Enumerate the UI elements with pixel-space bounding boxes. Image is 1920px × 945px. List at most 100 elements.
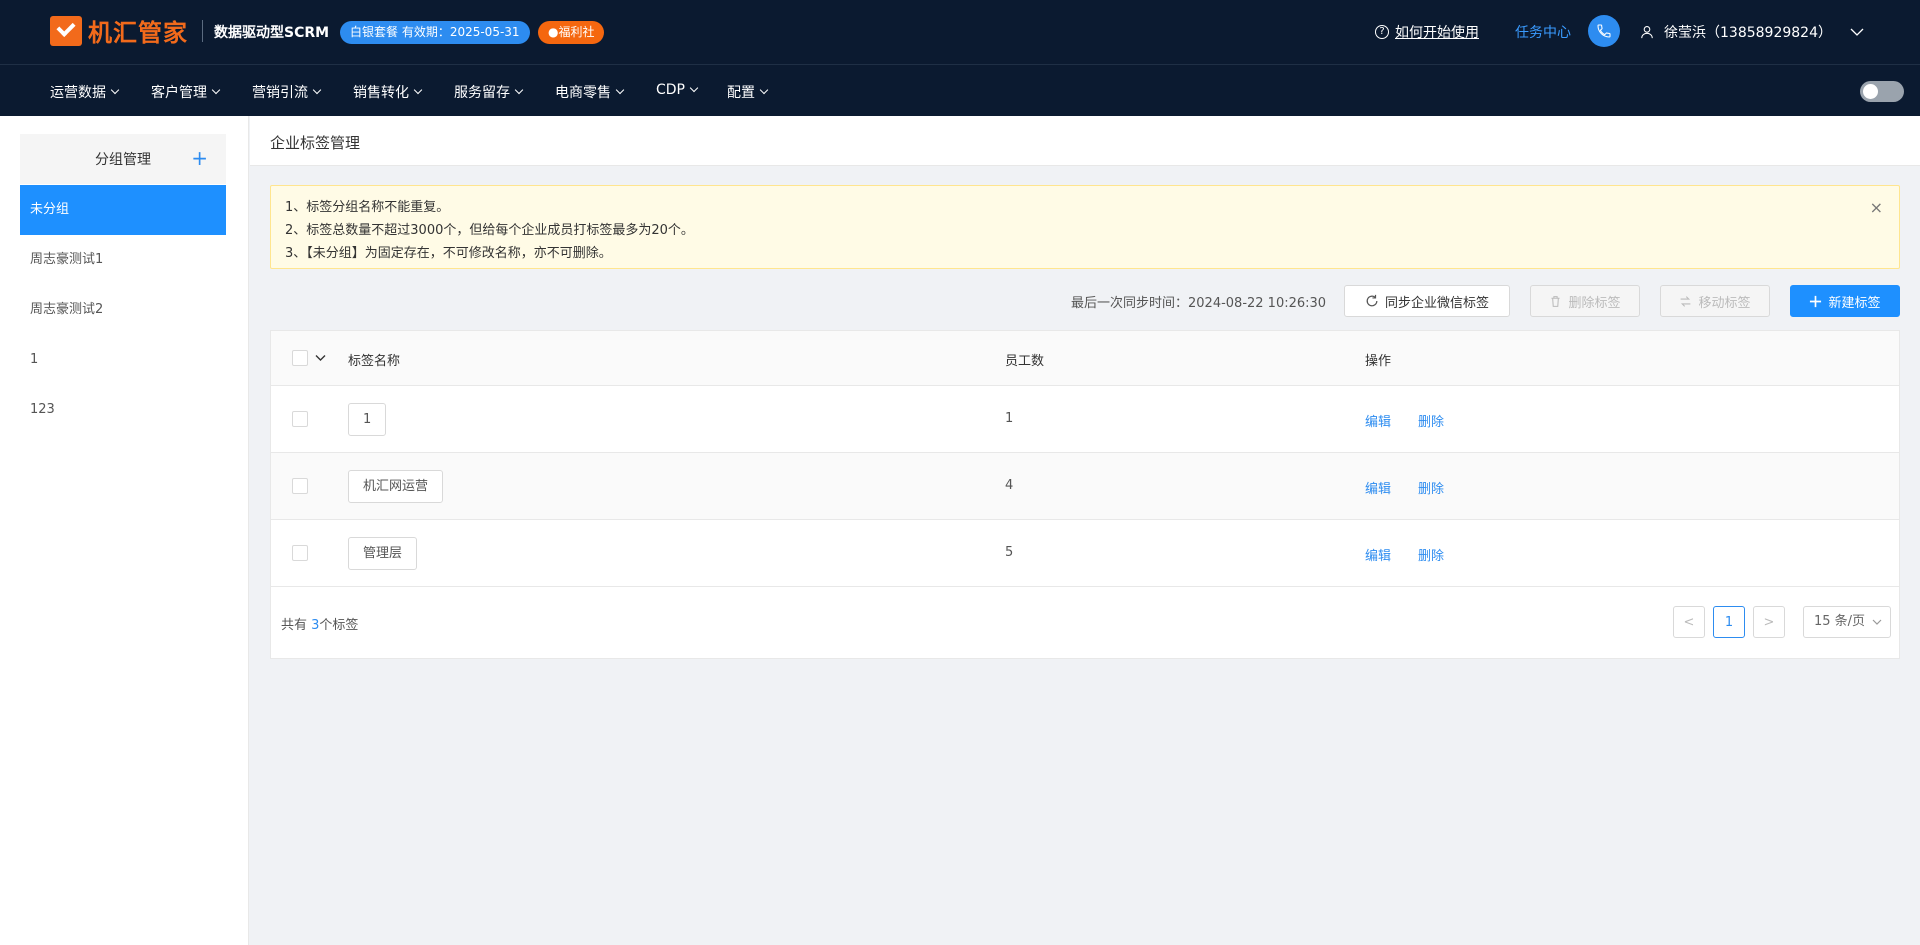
chevron-down-icon [413, 85, 423, 95]
sidebar-item-group[interactable]: 123 [20, 385, 226, 435]
table-row: 管理层 5 编辑 删除 [271, 520, 1899, 587]
sidebar-item-group[interactable]: 1 [20, 335, 226, 385]
total-count: 共有 3个标签 [281, 614, 358, 633]
sync-wecom-tags-label: 同步企业微信标签 [1384, 295, 1489, 311]
select-all-checkbox[interactable] [292, 350, 308, 366]
edit-link[interactable]: 编辑 [1365, 545, 1391, 564]
row-checkbox[interactable] [292, 411, 308, 427]
chevron-down-icon [1850, 28, 1864, 36]
close-icon[interactable]: × [1870, 198, 1883, 217]
tag-chip: 1 [348, 403, 387, 436]
nav-item-sales[interactable]: 销售转化 [353, 82, 423, 102]
move-tags-button[interactable]: 移动标签 [1660, 285, 1770, 317]
tag-chip: 机汇网运营 [348, 470, 444, 503]
next-page-button[interactable]: > [1753, 606, 1785, 638]
sync-wecom-tags-button[interactable]: 同步企业微信标签 [1344, 285, 1510, 317]
top-header: 机汇管家 数据驱动型SCRM 白银套餐 有效期：2025-05-31 ●福利社 … [0, 0, 1920, 64]
new-tag-button[interactable]: 新建标签 [1790, 285, 1900, 317]
delete-tags-button[interactable]: 删除标签 [1530, 285, 1640, 317]
group-management-title: 分组管理 [95, 152, 151, 168]
nav-item-settings[interactable]: 配置 [727, 82, 769, 102]
logo[interactable]: 机汇管家 [50, 13, 188, 48]
nav-item-service[interactable]: 服务留存 [454, 82, 524, 102]
logo-text: 机汇管家 [88, 19, 188, 47]
prev-page-button[interactable]: < [1673, 606, 1705, 638]
edit-link[interactable]: 编辑 [1365, 478, 1391, 497]
group-sidebar: 分组管理 + 未分组 周志豪测试1 周志豪测试2 1 123 [0, 116, 249, 945]
page-number-button[interactable]: 1 [1713, 606, 1745, 638]
user-icon [1641, 26, 1653, 39]
nav-item-label: 客户管理 [151, 85, 207, 101]
new-tag-label: 新建标签 [1828, 295, 1881, 311]
table-row: 1 1 编辑 删除 [271, 386, 1899, 453]
row-checkbox[interactable] [292, 478, 308, 494]
nav-item-cdp[interactable]: CDP [656, 82, 699, 98]
delete-tags-label: 删除标签 [1568, 295, 1621, 311]
trash-icon [1551, 295, 1561, 307]
nav-item-label: 服务留存 [454, 85, 510, 101]
employee-count: 5 [1005, 545, 1014, 560]
row-checkbox[interactable] [292, 545, 308, 561]
nav-item-ecommerce[interactable]: 电商零售 [555, 82, 625, 102]
nav-item-customers[interactable]: 客户管理 [151, 82, 221, 102]
plus-icon [1810, 295, 1822, 307]
move-tags-label: 移动标签 [1698, 295, 1751, 311]
notice-line: 2、标签总数量不超过3000个，但给每个企业成员打标签最多为20个。 [285, 223, 694, 238]
theme-toggle[interactable] [1860, 81, 1904, 102]
phone-button[interactable] [1588, 15, 1620, 47]
notice-line: 1、标签分组名称不能重复。 [285, 200, 450, 215]
nav-item-marketing[interactable]: 营销引流 [252, 82, 322, 102]
nav-item-operations[interactable]: 运营数据 [50, 82, 120, 102]
delete-link[interactable]: 删除 [1418, 545, 1444, 564]
user-name: 徐莹浜（13858929824） [1664, 25, 1832, 41]
column-header-employee-count: 员工数 [1005, 354, 1045, 369]
sidebar-item-group[interactable]: 周志豪测试1 [20, 235, 226, 285]
tag-chip: 管理层 [348, 537, 418, 570]
edit-link[interactable]: 编辑 [1365, 411, 1391, 430]
task-center-link[interactable]: 任务中心 [1515, 22, 1571, 42]
sidebar-item-ungrouped[interactable]: 未分组 [20, 185, 226, 235]
page-size-value: 15 条/页 [1814, 614, 1866, 629]
nav-item-label: 运营数据 [50, 85, 106, 101]
add-group-icon[interactable]: + [191, 146, 208, 170]
chevron-down-icon [312, 85, 322, 95]
notice-alert: 1、标签分组名称不能重复。 2、标签总数量不超过3000个，但给每个企业成员打标… [270, 185, 1900, 269]
help-link[interactable]: ? 如何开始使用 [1375, 22, 1479, 42]
nav-item-label: 配置 [727, 85, 755, 101]
column-header-actions: 操作 [1365, 354, 1392, 369]
delete-link[interactable]: 删除 [1418, 411, 1444, 430]
welfare-badge[interactable]: ●福利社 [538, 21, 605, 44]
user-menu[interactable]: 徐莹浜（13858929824） [1640, 22, 1864, 42]
nav-item-label: 营销引流 [252, 85, 308, 101]
group-management-header: 分组管理 + [20, 134, 226, 184]
chevron-down-icon [759, 85, 769, 95]
tag-table: 标签名称 员工数 操作 1 1 编辑 删除 机汇网运营 4 编辑 删除 管理层 … [270, 330, 1900, 587]
delete-link[interactable]: 删除 [1418, 478, 1444, 497]
nav-item-label: 销售转化 [353, 85, 409, 101]
total-suffix: 个标签 [319, 618, 359, 633]
chevron-down-icon [110, 85, 120, 95]
chevron-down-icon[interactable] [315, 354, 326, 362]
product-name: 数据驱动型SCRM [214, 25, 330, 41]
chevron-down-icon [689, 83, 699, 93]
question-circle-icon: ? [1375, 25, 1389, 39]
main-nav: 运营数据 客户管理 营销引流 销售转化 服务留存 电商零售 CDP 配置 [0, 64, 1920, 116]
help-link-label: 如何开始使用 [1395, 25, 1479, 41]
nav-item-label: 电商零售 [555, 85, 611, 101]
chevron-down-icon [1872, 619, 1882, 625]
table-footer: 共有 3个标签 < 1 > 15 条/页 [270, 587, 1900, 659]
plan-badge: 白银套餐 有效期：2025-05-31 [340, 21, 530, 44]
page-title: 企业标签管理 [270, 134, 361, 152]
sidebar-item-group[interactable]: 周志豪测试2 [20, 285, 226, 335]
last-sync-time: 最后一次同步时间：2024-08-22 10:26:30 [1071, 296, 1327, 311]
chevron-down-icon [211, 85, 221, 95]
notice-line: 3、【未分组】为固定存在，不可修改名称，亦不可删除。 [285, 246, 612, 261]
logo-check-icon [50, 15, 82, 46]
table-row: 机汇网运营 4 编辑 删除 [271, 453, 1899, 520]
total-prefix: 共有 [281, 618, 312, 633]
page-size-select[interactable]: 15 条/页 [1803, 606, 1891, 638]
nav-item-label: CDP [656, 82, 685, 98]
employee-count: 4 [1005, 478, 1014, 493]
breadcrumb-bar: 企业标签管理 [250, 116, 1920, 166]
logo-divider [202, 20, 203, 42]
